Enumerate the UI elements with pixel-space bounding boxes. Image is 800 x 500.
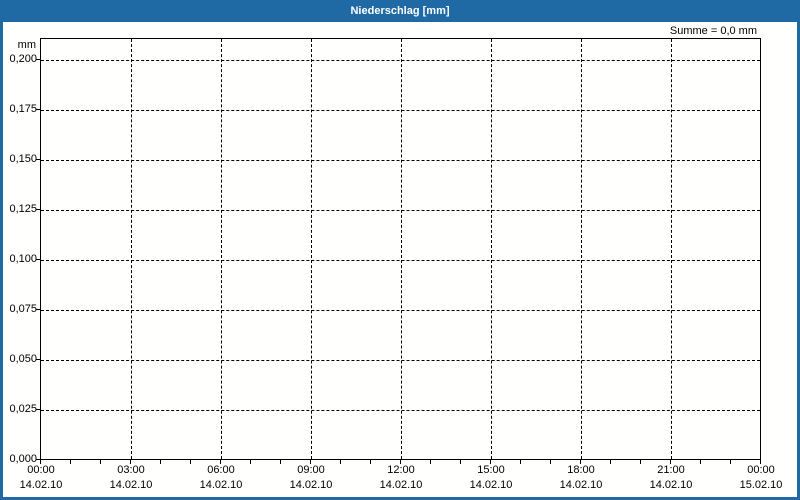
x-axis-tick	[370, 460, 371, 464]
x-axis-tick	[520, 460, 521, 464]
v-gridline	[131, 39, 132, 459]
x-axis-tick	[130, 460, 131, 464]
x-tick-date-label: 14.02.10	[469, 479, 513, 491]
x-axis-tick	[340, 460, 341, 464]
x-tick-date-label: 14.02.10	[559, 479, 603, 491]
x-tick-date-label: 14.02.10	[19, 479, 63, 491]
chart-window: Niederschlag [mm] Summe = 0,0 mm mm 0,20…	[0, 0, 800, 500]
x-axis-tick	[640, 460, 641, 464]
x-axis-tick	[310, 460, 311, 464]
v-gridline	[581, 39, 582, 459]
y-tick-label: 0,025	[9, 403, 37, 415]
x-axis-tick	[580, 460, 581, 464]
x-axis-tick	[280, 460, 281, 464]
v-gridline	[221, 39, 222, 459]
y-tick-label: 0,125	[9, 203, 37, 215]
x-axis-tick	[460, 460, 461, 464]
window-title: Niederschlag [mm]	[350, 5, 450, 17]
x-tick-time-label: 18:00	[567, 464, 595, 476]
x-axis-tick	[160, 460, 161, 464]
v-gridline	[671, 39, 672, 459]
v-gridline	[401, 39, 402, 459]
x-axis-tick	[220, 460, 221, 464]
y-tick-label: 0,175	[9, 103, 37, 115]
y-tick-label: 0,150	[9, 153, 37, 165]
x-axis-tick	[430, 460, 431, 464]
x-axis-tick	[730, 460, 731, 464]
x-axis-tick	[760, 460, 761, 464]
v-gridline	[311, 39, 312, 459]
v-gridline	[491, 39, 492, 459]
y-tick-label: 0,200	[9, 53, 37, 65]
x-tick-time-label: 21:00	[657, 464, 685, 476]
x-tick-date-label: 14.02.10	[379, 479, 423, 491]
y-axis-unit-label: mm	[17, 39, 36, 51]
x-axis-tick	[670, 460, 671, 464]
y-tick-label: 0,050	[9, 353, 37, 365]
x-tick-date-label: 14.02.10	[199, 479, 243, 491]
x-tick-date-label: 14.02.10	[289, 479, 333, 491]
x-tick-date-label: 14.02.10	[649, 479, 693, 491]
x-axis-tick	[550, 460, 551, 464]
y-tick-label: 0,100	[9, 253, 37, 265]
x-tick-time-label: 00:00	[27, 464, 55, 476]
x-tick-time-label: 09:00	[297, 464, 325, 476]
x-axis-tick	[40, 460, 41, 464]
y-tick-label: 0,075	[9, 303, 37, 315]
x-tick-date-label: 14.02.10	[109, 479, 153, 491]
sum-annotation: Summe = 0,0 mm	[669, 25, 757, 37]
window-titlebar: Niederschlag [mm]	[3, 0, 797, 22]
x-axis-tick	[400, 460, 401, 464]
x-tick-date-label: 15.02.10	[739, 479, 783, 491]
x-tick-time-label: 00:00	[747, 464, 775, 476]
x-axis-tick	[700, 460, 701, 464]
plot-area	[40, 38, 761, 460]
x-tick-time-label: 03:00	[117, 464, 145, 476]
x-tick-time-label: 15:00	[477, 464, 505, 476]
x-axis-tick	[490, 460, 491, 464]
x-axis-tick	[70, 460, 71, 464]
x-tick-time-label: 12:00	[387, 464, 415, 476]
x-axis-tick	[190, 460, 191, 464]
x-tick-time-label: 06:00	[207, 464, 235, 476]
x-axis-tick	[250, 460, 251, 464]
x-axis-tick	[610, 460, 611, 464]
x-axis-tick	[100, 460, 101, 464]
